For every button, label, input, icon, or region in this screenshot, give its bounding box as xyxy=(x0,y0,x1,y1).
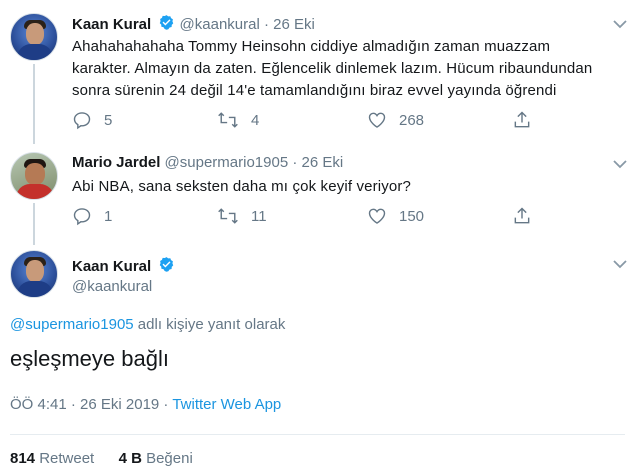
reply-button[interactable]: 5 xyxy=(72,110,112,130)
reply-mention-link[interactable]: @supermario1905 xyxy=(10,316,134,333)
handle[interactable]: @kaankural xyxy=(72,278,152,295)
retweet-icon xyxy=(217,110,239,130)
chevron-down-icon[interactable] xyxy=(613,256,627,274)
tweet-text: Abi NBA, sana seksten daha mı çok keyif … xyxy=(72,176,617,198)
tweet-text-line: Abi NBA, sana seksten daha mı çok keyif … xyxy=(72,178,412,195)
tweet-meta: ÖÖ 4:41 · 26 Eki 2019 · Twitter Web App xyxy=(10,396,281,413)
like-button[interactable]: 150 xyxy=(367,206,424,226)
verified-badge-icon xyxy=(158,14,175,35)
retweet-count: 11 xyxy=(251,207,267,225)
retweet-stat[interactable]: 814 Retweet xyxy=(10,450,94,467)
like-stat[interactable]: 4 B Beğeni xyxy=(119,450,193,467)
retweet-count: 4 xyxy=(251,111,260,129)
share-icon xyxy=(512,110,532,130)
chevron-down-icon[interactable] xyxy=(613,16,627,34)
reply-context: @supermario1905 adlı kişiye yanıt olarak xyxy=(10,316,285,333)
thread-line xyxy=(33,203,35,245)
tweet-timestamp[interactable]: ÖÖ 4:41 · 26 Eki 2019 · xyxy=(10,396,172,413)
tweet-actions: 5 4 268 xyxy=(72,110,552,132)
avatar[interactable] xyxy=(10,13,58,61)
tweet-header: Mario Jardel @supermario1905 · 26 Eki xyxy=(72,154,343,171)
like-button[interactable]: 268 xyxy=(367,110,424,130)
separator: · xyxy=(264,16,269,33)
handle[interactable]: @supermario1905 xyxy=(165,154,289,171)
like-total: 4 B xyxy=(118,450,142,467)
tweet-text: eşleşmeye bağlı xyxy=(10,346,169,371)
engagement-stats: 814 Retweet 4 B Beğeni xyxy=(10,450,193,467)
reply-context-text: adlı kişiye yanıt olarak xyxy=(133,316,286,333)
retweet-button[interactable]: 11 xyxy=(217,206,267,226)
reply-button[interactable]: 1 xyxy=(72,206,112,226)
display-name[interactable]: Mario Jardel xyxy=(72,154,160,171)
chevron-down-icon[interactable] xyxy=(613,156,627,174)
tweet-text-line: karakter. Almayın da zaten. Eğlencelik d… xyxy=(72,60,593,77)
share-icon xyxy=(512,206,532,226)
tweet-actions: 1 11 150 xyxy=(72,206,552,228)
verified-badge-icon xyxy=(158,256,175,277)
divider xyxy=(10,434,625,435)
avatar[interactable] xyxy=(10,152,58,200)
retweet-button[interactable]: 4 xyxy=(217,110,259,130)
tweet-text-line: sonra sürenin 24 değil 14'e tamamlandığı… xyxy=(72,82,557,99)
source-link[interactable]: Twitter Web App xyxy=(172,396,281,413)
like-count: 268 xyxy=(399,111,425,129)
reply-icon xyxy=(72,206,92,226)
reply-icon xyxy=(72,110,92,130)
heart-icon xyxy=(367,206,387,226)
tweet-header: Kaan Kural @kaankural · 26 Eki xyxy=(72,14,315,35)
retweet-total: 814 xyxy=(10,450,36,467)
display-name-text[interactable]: Kaan Kural xyxy=(72,258,151,275)
retweet-icon xyxy=(217,206,239,226)
separator: · xyxy=(292,154,298,171)
reply-count: 5 xyxy=(104,111,113,129)
display-name: Kaan Kural xyxy=(72,256,175,277)
display-name[interactable]: Kaan Kural xyxy=(72,16,151,33)
handle[interactable]: @kaankural xyxy=(180,16,260,33)
reply-count: 1 xyxy=(104,207,113,225)
like-stat-label: Beğeni xyxy=(141,450,193,467)
retweet-stat-label: Retweet xyxy=(35,450,95,467)
tweet-text-line: Ahahahahahaha Tommy Heinsohn ciddiye alm… xyxy=(72,38,551,55)
tweet-date[interactable]: 26 Eki xyxy=(273,16,315,33)
tweet-text: Ahahahahahaha Tommy Heinsohn ciddiye alm… xyxy=(72,36,617,102)
share-button[interactable] xyxy=(512,206,532,226)
share-button[interactable] xyxy=(512,110,532,130)
tweet-date[interactable]: 26 Eki xyxy=(302,154,344,171)
avatar[interactable] xyxy=(10,250,58,298)
heart-icon xyxy=(367,110,387,130)
thread-line xyxy=(33,64,35,144)
like-count: 150 xyxy=(399,207,425,225)
